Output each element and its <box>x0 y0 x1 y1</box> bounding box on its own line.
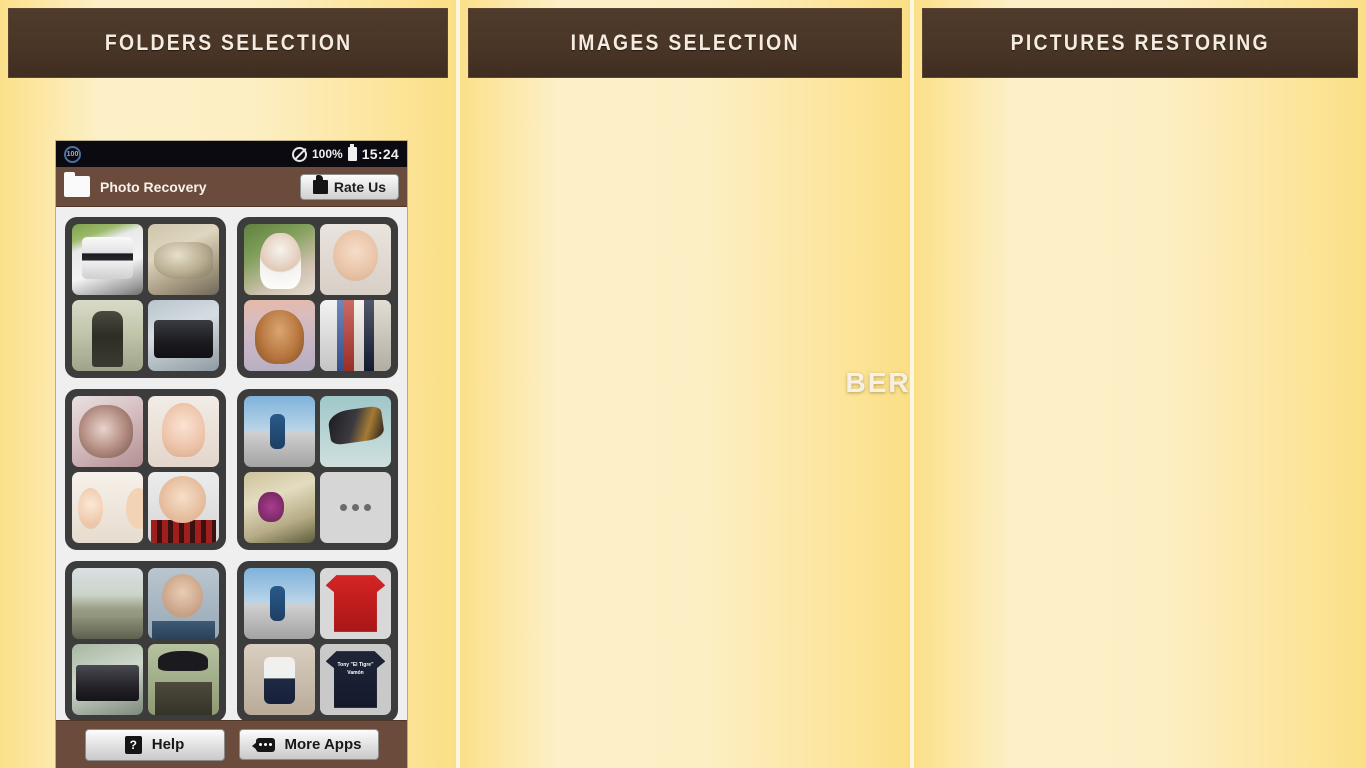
folder-thumbnail <box>320 224 391 295</box>
folder-card[interactable] <box>237 389 398 550</box>
folder-thumbnail <box>148 472 219 543</box>
panel-pictures-restoring: PICTURES RESTORING 100 100% 15:25 Photo … <box>913 0 1366 768</box>
thumbs-up-icon <box>312 174 328 194</box>
banner-title: IMAGES SELECTION <box>570 30 800 55</box>
rate-us-button[interactable]: Rate Us <box>299 173 399 200</box>
folder-card[interactable]: Tony "El Tigre" Vamón <box>237 561 398 722</box>
folders-list[interactable]: Tony "El Tigre" Vamón <box>56 207 407 768</box>
status-bar-left: 100 <box>64 145 292 163</box>
folder-thumbnail <box>320 568 391 639</box>
folder-thumbnail <box>148 396 219 467</box>
folder-thumbnail <box>72 644 143 715</box>
question-mark-icon: ? <box>124 735 142 754</box>
banner-folders-selection: FOLDERS SELECTION <box>8 8 449 78</box>
shirt-print-text: Tony "El Tigre" Vamón <box>337 662 374 676</box>
battery-badge-icon: 100 <box>64 145 81 163</box>
app-bar: Photo Recovery Rate Us <box>56 167 407 207</box>
rate-us-label: Rate Us <box>333 178 386 195</box>
folder-thumbnail <box>320 396 391 467</box>
battery-icon <box>347 144 357 161</box>
panel-images-selection: IMAGES SELECTION 100 100% 15:25 Photo Re… <box>460 0 910 768</box>
banner-images-selection: IMAGES SELECTION <box>468 8 902 78</box>
folder-icon <box>64 172 90 197</box>
banner-pictures-restoring: PICTURES RESTORING <box>921 8 1359 78</box>
folder-card[interactable] <box>65 217 226 378</box>
folder-thumbnail <box>148 224 219 295</box>
folder-thumbnail <box>148 568 219 639</box>
help-label: Help <box>151 736 185 753</box>
folder-thumbnail <box>320 300 391 371</box>
app-title: Photo Recovery <box>100 178 207 195</box>
more-apps-button[interactable]: More Apps <box>238 729 379 760</box>
status-bar-right: 100% 15:24 <box>291 144 399 162</box>
bottom-bar: ? Help More Apps <box>56 720 407 768</box>
folder-thumbnail <box>72 224 143 295</box>
folder-thumbnail <box>244 224 315 295</box>
folder-thumbnail <box>148 644 219 715</box>
folder-thumbnail <box>148 300 219 371</box>
banner-title: FOLDERS SELECTION <box>104 30 352 55</box>
folder-thumbnail: Tony "El Tigre" Vamón <box>320 644 391 715</box>
folder-thumbnail <box>72 568 143 639</box>
speech-bubble-icon <box>251 737 275 752</box>
battery-percent: 100% <box>311 147 343 161</box>
no-signal-icon <box>291 146 307 162</box>
status-bar: 100 100% 15:24 <box>56 141 407 167</box>
screenshot-root: FOLDERS SELECTION 100 100% 15:24 Photo R… <box>0 0 1366 768</box>
folder-thumbnail <box>244 568 315 639</box>
folder-thumbnail-more[interactable] <box>320 472 391 543</box>
folder-thumbnail <box>244 472 315 543</box>
more-dots-icon <box>340 504 371 511</box>
watermark-text-1: BER <box>845 367 910 398</box>
watermark: BER KAL <box>838 362 909 404</box>
folder-thumbnail <box>244 300 315 371</box>
more-apps-label: More Apps <box>284 736 362 753</box>
folder-thumbnail <box>244 396 315 467</box>
folder-card[interactable] <box>237 217 398 378</box>
folder-grid: Tony "El Tigre" Vamón <box>56 207 407 767</box>
folder-card[interactable] <box>65 389 226 550</box>
banner-title: PICTURES RESTORING <box>1010 30 1270 55</box>
panel-folders-selection: FOLDERS SELECTION 100 100% 15:24 Photo R… <box>0 0 457 768</box>
phone-screen-folders: 100 100% 15:24 Photo Recovery Rate Us To… <box>56 141 407 768</box>
folder-thumbnail <box>72 396 143 467</box>
folder-thumbnail <box>244 644 315 715</box>
folder-thumbnail <box>72 300 143 371</box>
folder-thumbnail <box>72 472 143 543</box>
help-button[interactable]: ? Help <box>84 728 225 761</box>
clock-time: 15:24 <box>361 146 399 162</box>
folder-card[interactable] <box>65 561 226 722</box>
